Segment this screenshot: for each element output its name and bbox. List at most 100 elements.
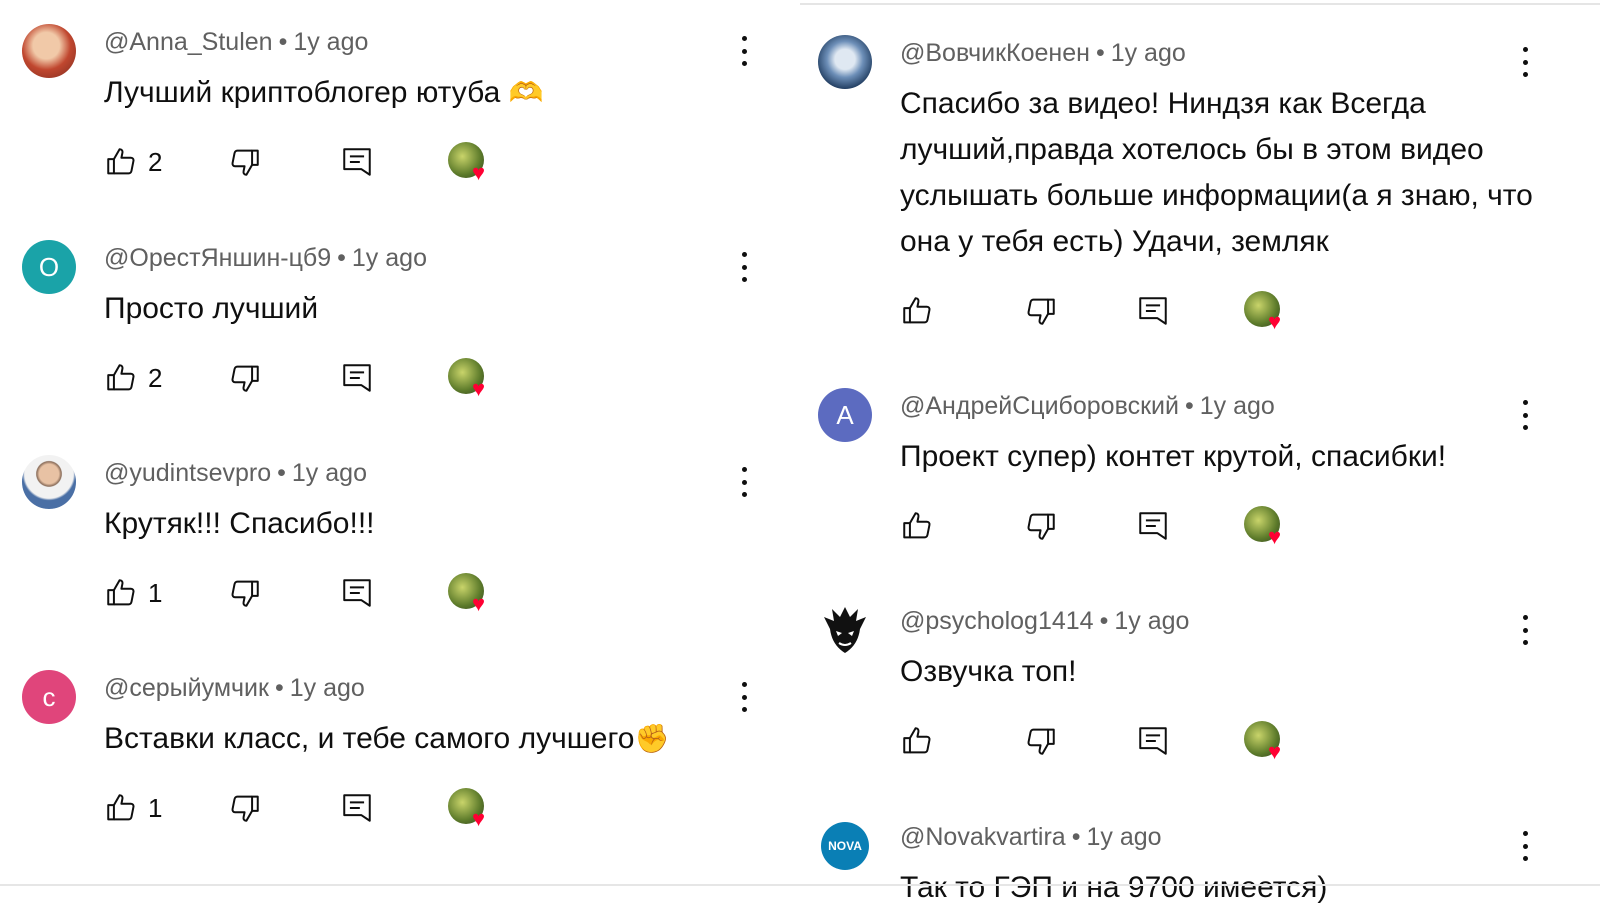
avatar[interactable] (818, 603, 872, 657)
heart-icon: ♥ (472, 806, 486, 831)
like-count: 1 (148, 577, 163, 608)
reply-button[interactable] (340, 788, 374, 828)
avatar-logo-text: NOVA (828, 839, 862, 853)
creator-heart: ♥ (1244, 291, 1290, 333)
creator-heart: ♥ (448, 788, 494, 830)
mask-avatar-icon (824, 607, 866, 653)
like-button[interactable] (900, 506, 934, 546)
like-count: 1 (148, 792, 163, 823)
comment-author[interactable]: @psycholog1414 (900, 607, 1094, 635)
reply-icon (343, 364, 371, 392)
more-options-icon[interactable] (739, 467, 749, 497)
dislike-button[interactable] (1024, 291, 1058, 331)
dislike-button[interactable] (1024, 721, 1058, 761)
reply-button[interactable] (1136, 291, 1170, 331)
comment-time[interactable]: 1y ago (1086, 823, 1161, 851)
creator-heart: ♥ (1244, 721, 1290, 763)
meta-separator: • (1095, 39, 1105, 67)
creator-heart: ♥ (448, 142, 494, 184)
dislike-button[interactable] (228, 358, 262, 398)
like-button[interactable]: 1 (104, 788, 162, 828)
comment-time[interactable]: 1y ago (1200, 392, 1275, 420)
comment-author[interactable]: @АндрейСциборовский (900, 392, 1179, 420)
reply-button[interactable] (340, 142, 374, 182)
thumbs-down-icon (231, 580, 259, 607)
like-button[interactable] (900, 721, 934, 761)
meta-separator: • (277, 459, 286, 487)
meta-separator: • (1184, 392, 1194, 420)
reply-button[interactable] (340, 573, 374, 613)
more-options-icon[interactable] (1520, 47, 1530, 77)
like-count: 2 (148, 146, 163, 177)
comment-time[interactable]: 1y ago (290, 674, 365, 702)
comment-author[interactable]: @yudintsevpro (104, 459, 271, 487)
dislike-button[interactable] (228, 573, 262, 613)
more-options-icon[interactable] (739, 252, 749, 282)
comment-meta: @yudintsevpro • 1y ago (104, 459, 367, 488)
comment-actions: 2 ♥ (104, 358, 524, 400)
more-options-icon[interactable] (1520, 615, 1530, 645)
comment-author[interactable]: @Novakvartira (900, 823, 1066, 851)
comment-actions: 1 ♥ (104, 573, 524, 615)
thumbs-down-icon (231, 365, 259, 392)
avatar[interactable]: А (818, 388, 872, 442)
thumbs-down-icon (1027, 298, 1055, 325)
dislike-button[interactable] (228, 142, 262, 182)
reply-button[interactable] (1136, 506, 1170, 546)
comment-text-body: Лучший криптоблогер ютуба (104, 76, 501, 109)
comment-time[interactable]: 1y ago (293, 28, 368, 56)
comment-time[interactable]: 1y ago (352, 244, 427, 272)
reply-icon (343, 794, 371, 822)
thumbs-up-icon (903, 512, 931, 539)
meta-separator: • (1099, 607, 1109, 635)
comment-text-body: Вставки класс, и тебе самого лучшего (104, 722, 635, 755)
comment-actions: ♥ (900, 721, 1320, 763)
meta-separator: • (1071, 823, 1081, 851)
comment-meta: @psycholog1414 • 1y ago (900, 607, 1189, 636)
comment-actions: ♥ (900, 506, 1320, 548)
more-options-icon[interactable] (1520, 831, 1530, 861)
like-button[interactable]: 2 (104, 358, 162, 398)
emoji: 🫶 (508, 77, 544, 108)
comment-author[interactable]: @ОрестЯншин-цб9 (104, 244, 331, 272)
comment-text: Просто лучший (104, 292, 319, 325)
comment-meta: @ОрестЯншин-цб9 • 1y ago (104, 244, 427, 273)
like-button[interactable] (900, 291, 934, 331)
dislike-button[interactable] (228, 788, 262, 828)
comment-time[interactable]: 1y ago (292, 459, 367, 487)
reply-button[interactable] (1136, 721, 1170, 761)
comment-author[interactable]: @серыйумчик (104, 674, 269, 702)
comment-text: Крутяк!!! Спасибо!!! (104, 507, 375, 540)
reply-icon (1139, 512, 1167, 540)
creator-heart: ♥ (1244, 506, 1290, 548)
dislike-button[interactable] (1024, 506, 1058, 546)
comment-time[interactable]: 1y ago (1114, 607, 1189, 635)
more-options-icon[interactable] (739, 36, 749, 66)
avatar[interactable]: О (22, 240, 76, 294)
bottom-divider (0, 884, 1600, 886)
comment-text: Вставки класс, и тебе самого лучшего✊ (104, 716, 784, 762)
thumbs-down-icon (231, 795, 259, 822)
thumbs-up-icon (107, 364, 135, 391)
more-options-icon[interactable] (1520, 400, 1530, 430)
heart-icon: ♥ (1268, 739, 1282, 764)
avatar[interactable] (22, 24, 76, 78)
avatar[interactable] (818, 35, 872, 89)
avatar[interactable]: NOVA (821, 822, 869, 870)
reply-button[interactable] (340, 358, 374, 398)
thumbs-up-icon (903, 297, 931, 324)
comment-time[interactable]: 1y ago (1111, 39, 1186, 67)
comment-author[interactable]: @ВовчикКоенен (900, 39, 1090, 67)
comment-meta: @серыйумчик • 1y ago (104, 674, 365, 703)
like-count: 2 (148, 362, 163, 393)
thumbs-up-icon (107, 794, 135, 821)
comment-author[interactable]: @Anna_Stulen (104, 28, 273, 56)
more-options-icon[interactable] (739, 682, 749, 712)
like-button[interactable]: 1 (104, 573, 162, 613)
like-button[interactable]: 2 (104, 142, 162, 182)
avatar[interactable]: с (22, 670, 76, 724)
thumbs-up-icon (107, 148, 135, 175)
meta-separator: • (278, 28, 288, 56)
avatar[interactable] (22, 455, 76, 509)
thumbs-down-icon (1027, 513, 1055, 540)
